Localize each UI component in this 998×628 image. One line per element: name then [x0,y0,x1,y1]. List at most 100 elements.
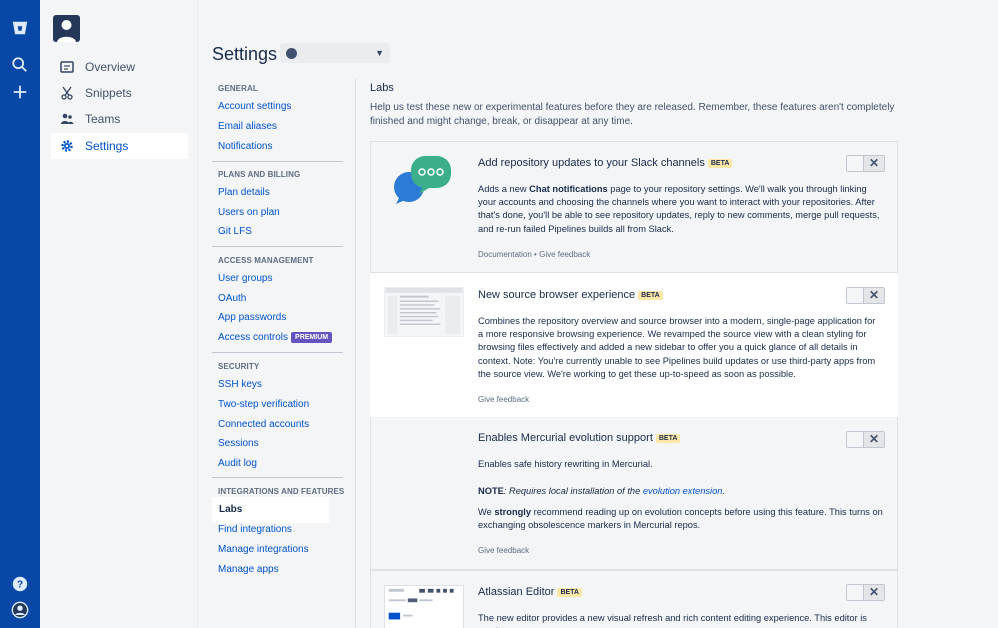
account-avatar-small [286,47,297,59]
feature-toggle[interactable]: ✕ [846,584,885,601]
documentation-link[interactable]: Documentation [478,250,532,259]
feature-title: Enables Mercurial evolution support BETA [478,432,681,444]
bitbucket-logo-icon[interactable] [10,18,30,38]
link-manage-integrations[interactable]: Manage integrations [218,544,309,555]
link-connected-accounts[interactable]: Connected accounts [218,419,309,430]
link-email-aliases[interactable]: Email aliases [218,121,277,132]
beta-badge: BETA [557,588,582,597]
close-icon: ✕ [868,156,879,170]
feature-title-text: Atlassian Editor [478,586,555,598]
close-icon: ✕ [868,288,879,302]
feature-card-source-browser: New source browser experience BETA ✕ Comb… [370,273,898,417]
close-icon: ✕ [868,585,879,599]
nav-item-label: Settings [85,139,129,153]
nav-item-label: Overview [85,60,136,74]
beta-badge: BETA [655,434,681,443]
note-text: . [722,486,726,496]
link-notifications[interactable]: Notifications [218,141,272,152]
link-find-integrations[interactable]: Find integrations [218,524,292,535]
nav-item-snippets[interactable]: Snippets [51,80,188,106]
link-account-settings[interactable]: Account settings [218,101,291,112]
container-nav: Overview Snippets Teams Settings [40,0,198,628]
meta-separator: • [534,250,537,259]
feature-toggle[interactable]: ✕ [846,155,885,172]
search-icon[interactable] [10,55,30,75]
page-title: Settings [212,44,278,64]
toggle-knob [847,585,864,600]
note-text: : Requires local installation of the [503,486,643,496]
nav-item-overview[interactable]: Overview [51,54,188,80]
feature-description: Enables safe history rewriting in Mercur… [478,459,653,469]
divider [212,477,343,478]
feature-title: Atlassian Editor BETA [478,586,582,598]
divider [212,246,343,247]
toggle-knob [847,288,864,303]
link-access-controls[interactable]: Access controls PREMIUM [218,332,333,343]
chevron-down-icon: ▼ [375,48,384,58]
account-avatar[interactable] [53,15,80,42]
gear-icon [60,139,74,153]
link-git-lfs[interactable]: Git LFS [218,226,252,237]
source-browser-thumbnail [384,287,464,337]
section-heading-access: ACCESS MANAGEMENT [218,256,314,265]
desc-text: We [478,507,495,517]
divider [212,161,343,162]
feature-title: New source browser experience BETA [478,289,663,301]
feature-description: Adds a new Chat notifications page to yo… [478,183,883,236]
link-two-step-verification[interactable]: Two-step verification [218,399,309,410]
chat-bubbles-illustration [391,154,453,204]
feature-description-extra: We strongly recommend reading up on evol… [478,506,883,532]
feature-toggle[interactable]: ✕ [846,431,885,448]
beta-badge: BETA [707,159,733,168]
link-oauth[interactable]: OAuth [218,293,246,304]
link-app-passwords[interactable]: App passwords [218,312,286,323]
feature-note: NOTE: Requires local installation of the… [478,485,883,498]
labs-title: Labs [370,82,394,94]
editor-thumbnail [384,585,464,628]
help-icon[interactable]: ? [10,574,30,594]
link-user-groups[interactable]: User groups [218,273,272,284]
premium-badge: PREMIUM [291,332,333,343]
overview-icon [60,60,74,74]
nav-item-settings[interactable]: Settings [51,133,188,159]
account-select[interactable]: ▼ [280,43,390,63]
user-avatar-icon[interactable] [10,600,30,620]
toggle-knob [847,432,864,447]
feature-title: Add repository updates to your Slack cha… [478,157,733,169]
give-feedback-link[interactable]: Give feedback [539,250,590,259]
nav-item-label: Snippets [85,86,132,100]
give-feedback-link[interactable]: Give feedback [478,395,529,404]
desc-text: recommend reading up on evolution concep… [478,507,883,531]
feature-card-slack: Add repository updates to your Slack cha… [370,141,898,273]
give-feedback-link[interactable]: Give feedback [478,546,529,555]
link-sessions[interactable]: Sessions [218,438,259,449]
nav-item-teams[interactable]: Teams [51,106,188,132]
feature-title-text: Enables Mercurial evolution support [478,432,653,444]
toggle-knob [847,156,864,171]
nav-item-label: Teams [85,112,121,126]
section-heading-plans: PLANS AND BILLING [218,170,301,179]
feature-card-atlassian-editor: Atlassian Editor BETA ✕ The new editor pr… [370,570,898,628]
feature-meta: Documentation • Give feedback [478,250,590,259]
svg-text:?: ? [17,580,23,591]
plus-icon[interactable] [10,82,30,102]
global-nav: ? [0,0,40,628]
link-audit-log[interactable]: Audit log [218,458,257,469]
link-users-on-plan[interactable]: Users on plan [218,207,280,218]
link-labs[interactable]: Labs [212,497,329,523]
link-manage-apps[interactable]: Manage apps [218,564,279,575]
link-plan-details[interactable]: Plan details [218,187,270,198]
feature-toggle[interactable]: ✕ [846,287,885,304]
desc-text: Adds a new [478,184,530,194]
feature-description: The new editor provides a new visual ref… [478,613,867,628]
desc-bold: Chat notifications [529,184,608,194]
feature-title-text: New source browser experience [478,289,636,301]
feature-description: Combines the repository overview and sou… [478,316,876,379]
evolution-extension-link[interactable]: evolution extension [643,486,723,496]
beta-badge: BETA [638,291,663,300]
feature-card-mercurial: Enables Mercurial evolution support BETA … [370,417,898,570]
link-ssh-keys[interactable]: SSH keys [218,379,262,390]
feature-title-text: Add repository updates to your Slack cha… [478,157,705,169]
scissors-icon [60,86,74,100]
divider [212,352,343,353]
